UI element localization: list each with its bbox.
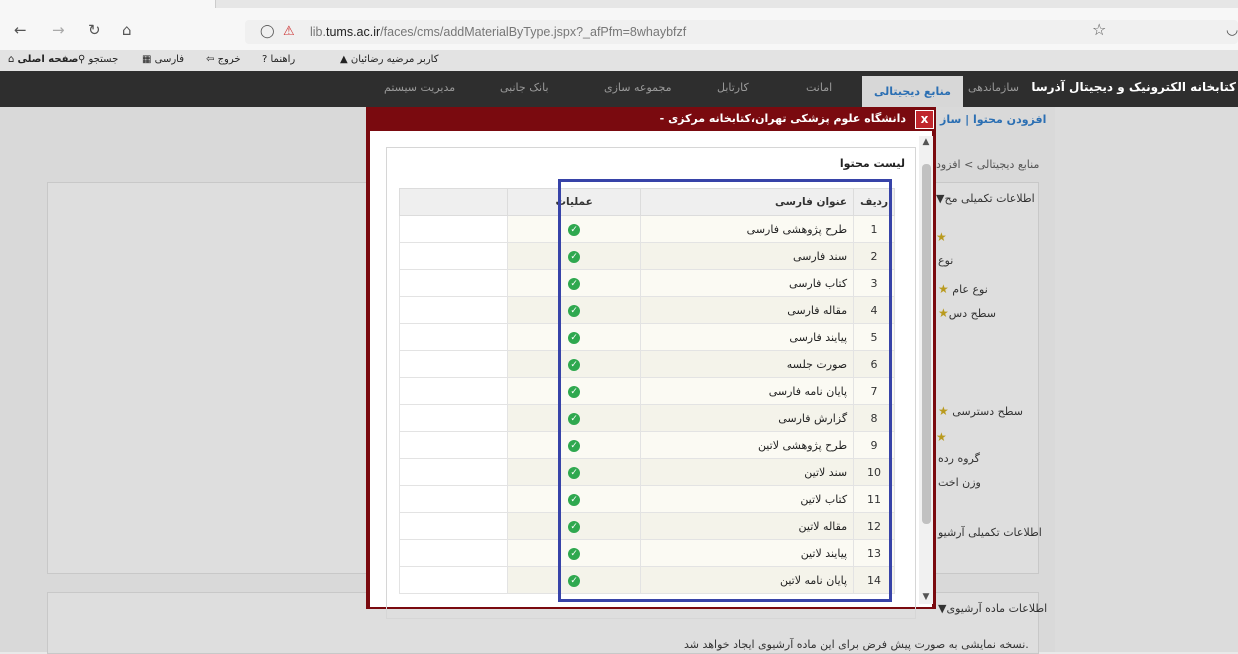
row-spacer (398, 323, 509, 351)
field-general-type-text: نوع عام (952, 283, 988, 296)
row-spacer (398, 296, 509, 324)
row-spacer (398, 431, 509, 459)
active-tab[interactable] (0, 0, 216, 8)
url-text[interactable]: lib.tums.ac.ir/faces/cms/addMaterialByTy… (310, 25, 686, 39)
modal-header: - دانشگاه علوم پزشکی تهران،کتابخانه مرکز… (366, 107, 936, 131)
right-panel (1055, 107, 1238, 652)
home-link-label: صفحه اصلی (17, 54, 79, 65)
row-spacer (398, 377, 509, 405)
reload-icon[interactable]: ↻ (88, 20, 101, 40)
row-spacer (398, 215, 509, 243)
highlight-box (558, 179, 892, 602)
modal-title: - دانشگاه علوم پزشکی تهران،کتابخانه مرکز… (659, 112, 906, 125)
url-domain: tums.ac.ir (325, 25, 381, 39)
panel-title: لیست محتوا (839, 157, 905, 170)
url-path: /faces/cms/addMaterialByType.jspx?_afPfm… (380, 25, 687, 39)
notice-text: نسخه نمایشی به صورت پیش فرض برای این ماد… (684, 638, 1029, 651)
col-spacer (398, 188, 509, 216)
required-star-icon: ★ (938, 306, 949, 320)
nav-loan[interactable]: امانت (806, 81, 832, 94)
section-archive-info[interactable]: ▼اطلاعات ماده آرشیوی (938, 602, 1047, 615)
logout-link-label: خروج (217, 54, 241, 65)
sub-nav[interactable]: افزودن محتوا | ساز (940, 113, 1046, 126)
brand-title: کتابخانه الکترونیک و دیجیتال آذرسا (1031, 80, 1236, 94)
scrollbar-thumb[interactable] (922, 164, 931, 524)
breadcrumb: منابع دیجیتالی > افزود (936, 158, 1040, 171)
row-spacer (398, 539, 509, 567)
row-spacer (398, 404, 509, 432)
required-star-icon: ★ (938, 282, 949, 296)
required-star-icon: ★ (936, 230, 947, 244)
row-spacer (398, 458, 509, 486)
row-spacer (398, 485, 509, 513)
field-access-level-label: ★ سطح دسترسی (938, 404, 1023, 418)
field-archive-extra-label: اطلاعات تکمیلی آرشیو (938, 526, 1042, 539)
scroll-up-icon[interactable]: ▲ (920, 137, 932, 147)
nav-digital-resources[interactable]: منابع دیجیتالی (862, 76, 963, 107)
field-access-text: سطح دس (948, 307, 996, 320)
bookmark-star-icon[interactable]: ☆ (1092, 20, 1106, 40)
nav-collection[interactable]: مجموعه سازی (604, 81, 671, 94)
field-general-type-label: ★ نوع عام (938, 282, 988, 296)
field-weight-label: وزن اخت (938, 476, 981, 489)
field-access-level-text: سطح دسترسی (952, 405, 1023, 418)
user-bar (0, 50, 1238, 72)
user-name-label: کاربر مرضیه رضائیان (350, 54, 439, 65)
search-link-label: جستجو (88, 54, 119, 65)
nav-side-bank[interactable]: بانک جانبی (500, 81, 549, 94)
field-type-label: نوع (938, 254, 954, 267)
help-link-label: راهنما (270, 54, 296, 65)
row-spacer (398, 242, 509, 270)
field-group-label: گروه رده (938, 452, 980, 465)
home-icon[interactable]: ⌂ (122, 20, 132, 40)
url-prefix: lib. (310, 25, 326, 39)
shield-icon[interactable]: ◯ (260, 22, 275, 42)
row-spacer (398, 269, 509, 297)
language-link[interactable]: ▦ فارسی (142, 54, 184, 65)
required-star-icon: ★ (936, 430, 947, 444)
section-extra-info[interactable]: ▼اطلاعات تکمیلی مح (936, 192, 1035, 205)
field-access-label: ★سطح دس (938, 306, 996, 320)
nav-organization[interactable]: سازماندهی (968, 81, 1019, 94)
user-name: ▲ کاربر مرضیه رضائیان (340, 54, 439, 65)
logout-link[interactable]: ⇦ خروج (206, 54, 241, 65)
language-link-label: فارسی (154, 54, 185, 65)
nav-system-admin[interactable]: مدیریت سیستم (384, 81, 455, 94)
forward-icon[interactable]: → (52, 20, 65, 40)
home-link[interactable]: ⌂ صفحه اصلی (8, 54, 78, 65)
modal-scrollbar[interactable]: ▲ ▼ (919, 136, 933, 604)
search-link[interactable]: ⚲ جستجو (78, 54, 118, 65)
row-spacer (398, 350, 509, 378)
close-icon[interactable]: x (915, 110, 934, 129)
back-icon[interactable]: ← (14, 20, 27, 40)
nav-cartable[interactable]: کارتابل (717, 81, 749, 94)
required-star-icon: ★ (938, 404, 949, 418)
scroll-down-icon[interactable]: ▼ (920, 592, 932, 602)
extension-icon[interactable]: ◡ (1226, 20, 1238, 40)
row-spacer (398, 566, 509, 594)
lock-icon[interactable]: ⚠ (283, 22, 295, 42)
help-link[interactable]: ? راهنما (262, 54, 295, 65)
row-spacer (398, 512, 509, 540)
